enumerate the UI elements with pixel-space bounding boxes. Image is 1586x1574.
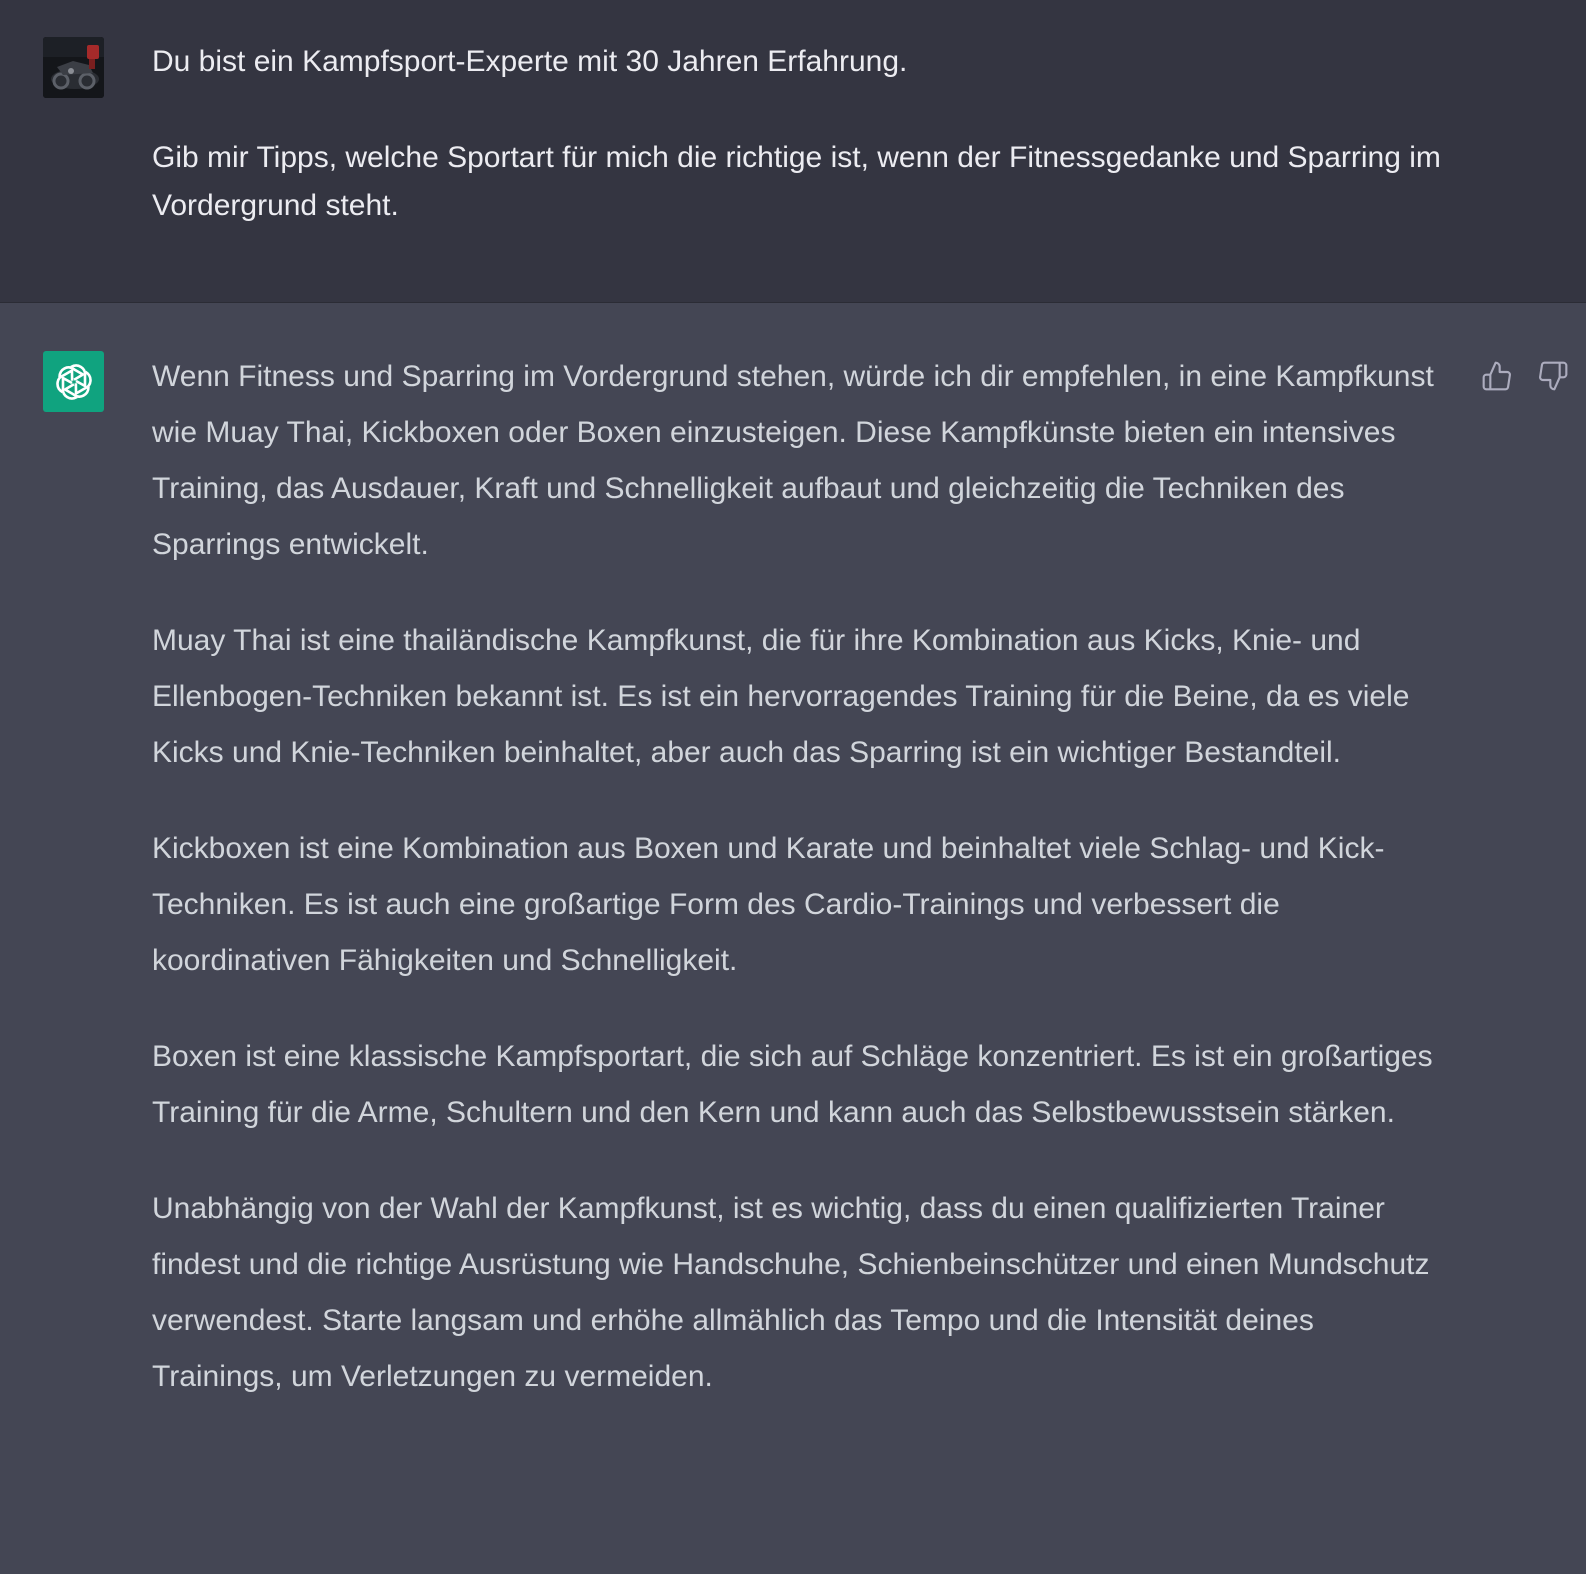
openai-logo-icon [55, 363, 92, 400]
thumbs-down-icon [1539, 361, 1568, 391]
assistant-avatar [43, 351, 104, 412]
thumbs-down-button[interactable] [1534, 357, 1572, 395]
assistant-paragraph: Unabhängig von der Wahl der Kampfkunst, … [152, 1192, 1430, 1393]
assistant-paragraph: Muay Thai ist eine thailändische Kampfku… [152, 624, 1410, 769]
thumbs-up-icon [1482, 361, 1511, 391]
assistant-paragraph: Wenn Fitness und Sparring im Vordergrund… [152, 360, 1434, 561]
assistant-paragraph: Kickboxen ist eine Kombination aus Boxen… [152, 832, 1385, 977]
thumbs-up-button[interactable] [1478, 357, 1516, 395]
assistant-message-text: Wenn Fitness und Sparring im Vordergrund… [152, 349, 1452, 1405]
user-paragraph: Du bist ein Kampfsport-Experte mit 30 Ja… [152, 45, 908, 78]
assistant-message: Wenn Fitness und Sparring im Vordergrund… [0, 303, 1586, 1574]
assistant-paragraph: Boxen ist eine klassische Kampfsportart,… [152, 1040, 1433, 1129]
user-paragraph: Gib mir Tipps, welche Sportart für mich … [152, 141, 1441, 222]
user-message: Du bist ein Kampfsport-Experte mit 30 Ja… [0, 0, 1586, 303]
user-avatar [43, 37, 104, 98]
user-message-text: Du bist ein Kampfsport-Experte mit 30 Ja… [152, 38, 1442, 230]
feedback-buttons [1478, 357, 1572, 395]
